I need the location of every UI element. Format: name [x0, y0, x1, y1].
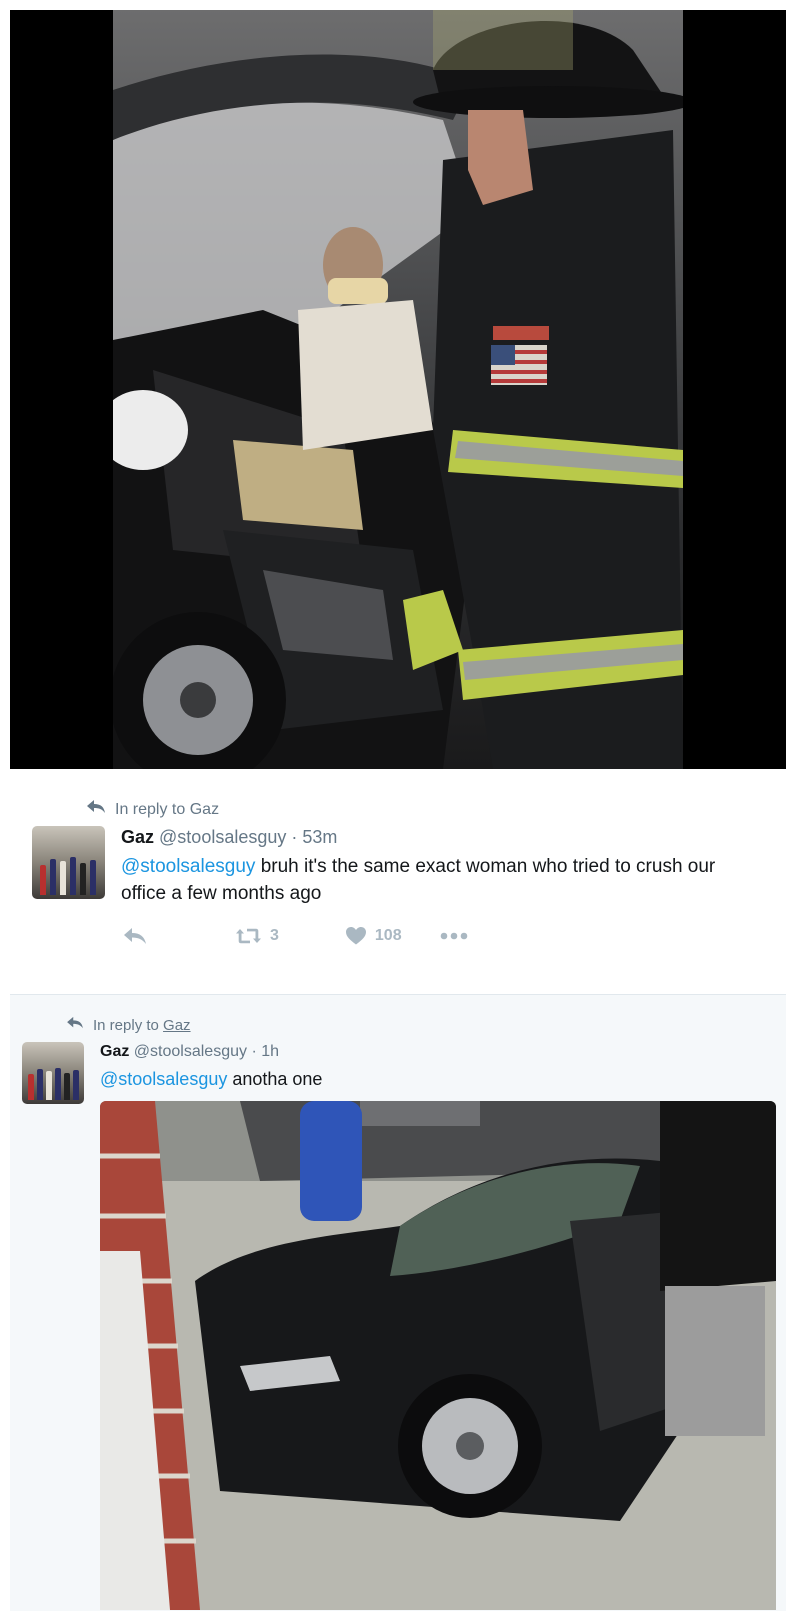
reply-arrow-icon — [86, 799, 106, 820]
reply-context-prefix: In reply to — [93, 1016, 159, 1034]
tweet-body: anotha one — [227, 1069, 323, 1089]
more-button[interactable] — [440, 932, 468, 940]
retweet-button[interactable]: 3 — [235, 927, 279, 945]
firefighter-crash-illustration — [113, 10, 683, 769]
reply-context-user[interactable]: Gaz — [163, 1017, 191, 1034]
author-name[interactable]: Gaz — [100, 1043, 129, 1060]
like-count: 108 — [374, 926, 402, 944]
author-name[interactable]: Gaz — [121, 827, 154, 847]
separator: · — [251, 1043, 257, 1060]
author-handle[interactable]: @stoolsalesguy — [159, 827, 286, 847]
reply-context-user[interactable]: Gaz — [190, 801, 219, 819]
mention-link[interactable]: @stoolsalesguy — [121, 856, 255, 877]
tweet1-actions: 3 108 — [123, 926, 468, 945]
avatar[interactable] — [32, 826, 105, 899]
reply-button[interactable] — [123, 927, 147, 945]
timestamp[interactable]: 1h — [261, 1043, 279, 1060]
tweet2-text: @stoolsalesguy anotha one — [100, 1066, 760, 1093]
tweet1-reply-context: In reply to Gaz — [86, 799, 219, 820]
more-dots-icon — [440, 932, 468, 940]
retweet-count: 3 — [270, 926, 279, 944]
author-handle[interactable]: @stoolsalesguy — [134, 1043, 247, 1060]
heart-icon — [345, 926, 367, 945]
tweet1-media-frame — [10, 10, 786, 769]
like-button[interactable]: 108 — [345, 926, 402, 945]
tweet2-reply-context: In reply to Gaz — [66, 1016, 191, 1034]
mention-link[interactable]: @stoolsalesguy — [100, 1069, 227, 1089]
reply-arrow-icon — [66, 1016, 84, 1034]
timestamp[interactable]: 53m — [302, 827, 337, 847]
tweet1-media-photo[interactable] — [113, 10, 683, 769]
tweet2-header: Gaz @stoolsalesguy · 1h — [100, 1043, 279, 1061]
avatar[interactable] — [22, 1042, 84, 1104]
retweet-icon — [235, 927, 262, 945]
black-car-crash-illustration — [100, 1101, 776, 1610]
tweet1-header: Gaz @stoolsalesguy · 53m — [121, 827, 337, 848]
tweet1-text: @stoolsalesguy bruh it's the same exact … — [121, 853, 761, 907]
reply-icon — [123, 927, 147, 945]
reply-context-prefix: In reply to — [115, 800, 186, 818]
tweet2-media-photo[interactable] — [100, 1101, 776, 1610]
separator: · — [291, 827, 298, 847]
